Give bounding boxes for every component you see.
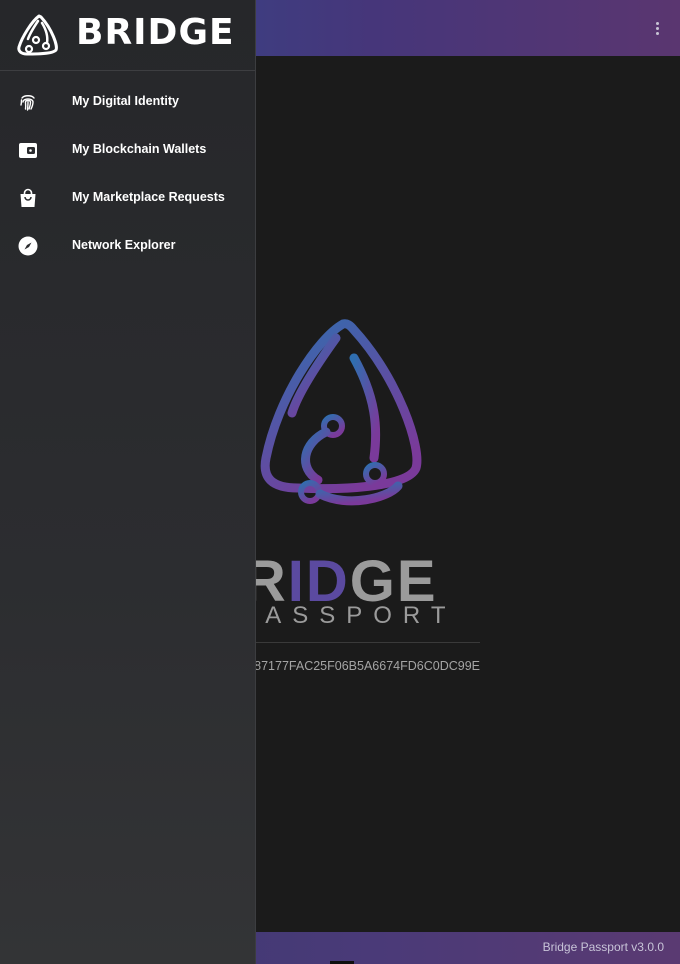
navigation-drawer: BRIDGE My Digital Identity My Blockchain…	[0, 0, 256, 964]
divider	[256, 642, 480, 643]
wallet-icon	[18, 140, 38, 160]
version-label: Bridge Passport v3.0.0	[542, 940, 664, 954]
bridge-brand-icon[interactable]	[16, 13, 60, 57]
nav-label-marketplace-requests: My Marketplace Requests	[72, 190, 225, 204]
nav-label-digital-identity: My Digital Identity	[72, 94, 179, 108]
drawer-nav: My Digital Identity My Blockchain Wallet…	[0, 71, 255, 270]
passport-wordmark: PASSPORT	[240, 602, 457, 629]
brand-title: BRIDGE	[76, 12, 235, 53]
nav-item-network-explorer[interactable]: Network Explorer	[0, 222, 255, 270]
nav-item-digital-identity[interactable]: My Digital Identity	[0, 78, 255, 126]
drawer-header: BRIDGE	[0, 0, 255, 71]
more-vertical-icon[interactable]	[652, 18, 662, 38]
compass-icon	[18, 236, 38, 256]
app-window: BRIDGE PASSPORT 2587177FAC25F06B5A6674FD…	[0, 0, 680, 964]
fingerprint-icon	[18, 92, 38, 112]
nav-label-blockchain-wallets: My Blockchain Wallets	[72, 142, 207, 156]
nav-item-blockchain-wallets[interactable]: My Blockchain Wallets	[0, 126, 255, 174]
nav-item-marketplace-requests[interactable]: My Marketplace Requests	[0, 174, 255, 222]
nav-label-network-explorer: Network Explorer	[72, 238, 176, 252]
bridge-logo-icon	[260, 319, 422, 506]
shopping-bag-icon	[18, 188, 38, 208]
